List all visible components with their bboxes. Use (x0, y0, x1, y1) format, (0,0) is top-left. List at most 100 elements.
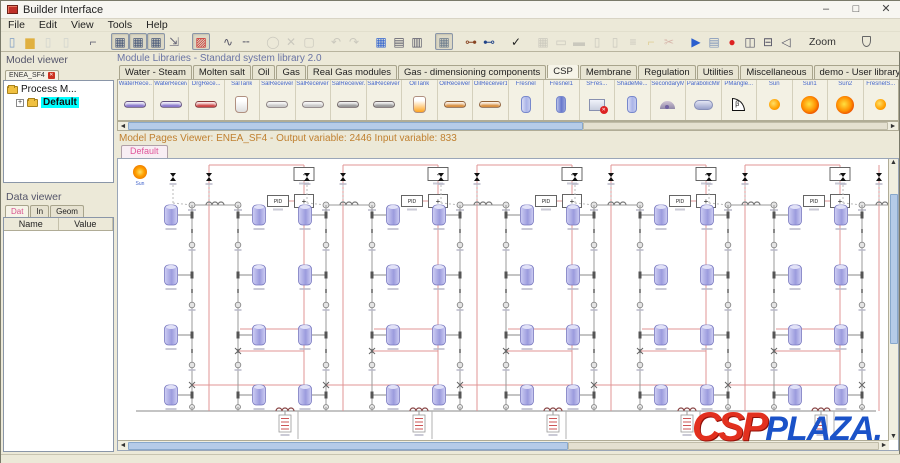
module-salreceiverd-[interactable]: SalReceiverD... (367, 80, 403, 120)
module-saltank[interactable]: SalTank (225, 80, 261, 120)
close-button[interactable]: ✕ (871, 2, 900, 18)
library-tab-real-gas-modules[interactable]: Real Gas modules (307, 65, 397, 79)
module-oilreceiver[interactable]: OilReceiver (438, 80, 474, 120)
data-tab-in[interactable]: In (30, 205, 49, 217)
link-input-button[interactable]: ⊶ (462, 33, 480, 50)
stop-simulation-button[interactable]: ● (723, 33, 741, 50)
loop-group-1[interactable]: -PID+ (165, 165, 315, 439)
minimize-button[interactable]: – (811, 2, 841, 18)
tab-enea-sf4[interactable]: ENEA_SF4 ✕ (5, 70, 59, 80)
data-tab-geom[interactable]: Geom (50, 205, 84, 217)
maximize-button[interactable]: □ (841, 2, 871, 18)
library-tab-csp[interactable]: CSP (547, 65, 579, 78)
run-simulation-button[interactable]: ▶ (687, 33, 705, 50)
module-sun2[interactable]: Sun2 (828, 80, 864, 120)
validate-button[interactable]: ✓ (507, 33, 525, 50)
loop-group-4[interactable]: -PID+ (567, 165, 717, 439)
open-model-button[interactable]: ▆ (21, 33, 39, 50)
highlight-tool-button[interactable]: ▨ (192, 33, 210, 50)
title-bar[interactable]: Builder Interface –□✕ (1, 1, 900, 19)
scroll-left-icon[interactable]: ◄ (118, 123, 128, 130)
page-tool-button: ▯ (588, 33, 606, 50)
menu-edit[interactable]: Edit (32, 19, 64, 31)
tree-item-process-model[interactable]: Process M... (7, 83, 113, 96)
module-waterreceiv-[interactable]: WaterReceiv... (154, 80, 190, 120)
module-sfres-[interactable]: SFres... (580, 80, 616, 120)
library-tab-oil[interactable]: Oil (252, 65, 276, 79)
loop-group-2[interactable]: -PID+ (299, 165, 449, 439)
module-salreceiver-[interactable]: SalReceiver... (331, 80, 367, 120)
table-view-button[interactable]: ▤ (390, 33, 408, 50)
module-oilreceiver1[interactable]: OilReceiver1 (473, 80, 509, 120)
grid-view-button[interactable]: ▦ (372, 33, 390, 50)
tab-default-page[interactable]: Default (121, 145, 168, 158)
module-oiltank[interactable]: OilTank (402, 80, 438, 120)
module-waterrece-[interactable]: WaterRece... (118, 80, 154, 120)
copy-results-button[interactable]: ▤ (705, 33, 723, 50)
model-canvas[interactable]: Sun-PID+-PID+-PID+-PID+-PID+ ▲ ▼ ◄ ► CSP… (117, 158, 899, 451)
module-shademe-[interactable]: ShadeMe... (615, 80, 651, 120)
menu-help[interactable]: Help (139, 19, 175, 31)
library-tab-water-steam[interactable]: Water - Steam (119, 65, 192, 79)
module-salreceiver1[interactable]: SalReceiver1 (296, 80, 332, 120)
window-layout-1-button[interactable]: ▦ (111, 33, 129, 50)
module-salreceiver[interactable]: SalReceiver (260, 80, 296, 120)
scroll-right-icon[interactable]: ► (888, 123, 898, 130)
module-pmangle-[interactable]: PMangle... (722, 80, 758, 120)
window-layout-2-button[interactable]: ▦ (129, 33, 147, 50)
announce-button[interactable]: ◁ (777, 33, 795, 50)
tree-item-default[interactable]: + Default (7, 96, 113, 109)
library-tab-demo-user-library[interactable]: demo - User library (814, 65, 899, 79)
sort-modules-button[interactable]: ⇲ (165, 33, 183, 50)
module-drgrece-[interactable]: DrgRece... (189, 80, 225, 120)
module-fresnel1[interactable]: Fresnel1 (544, 80, 580, 120)
palette-scrollbar[interactable]: ◄ ► (117, 121, 899, 131)
palette-scroll-thumb[interactable] (128, 122, 583, 130)
tab-close-icon[interactable]: ✕ (48, 72, 55, 79)
sun-component[interactable]: Sun (133, 165, 147, 187)
module-sun[interactable]: Sun (757, 80, 793, 120)
palette-scroll-track[interactable] (583, 122, 888, 130)
module-parabolicmirror[interactable]: ParabolicMirror (686, 80, 722, 120)
export-tree-button[interactable]: ⌐ (84, 33, 102, 50)
scroll-up-icon[interactable]: ▲ (889, 159, 899, 166)
new-model-button[interactable]: ▯ (3, 33, 21, 50)
csp-plaza-watermark: CSPPLAZA. (692, 405, 882, 450)
window-layout-3-button[interactable]: ▦ (147, 33, 165, 50)
library-tab-gas-dimensioning-components[interactable]: Gas - dimensioning components (398, 65, 546, 79)
tile-vertical-button[interactable]: ⊟ (759, 33, 777, 50)
library-tab-regulation[interactable]: Regulation (638, 65, 695, 79)
tile-horizontal-button[interactable]: ◫ (741, 33, 759, 50)
module-sun1[interactable]: Sun1 (793, 80, 829, 120)
expander-icon[interactable]: + (16, 99, 24, 107)
module-fresnel[interactable]: Fresnel (509, 80, 545, 120)
library-tab-gas[interactable]: Gas (276, 65, 305, 79)
dashed-link-tool-button[interactable]: ╌ (237, 33, 255, 50)
library-tab-membrane[interactable]: Membrane (580, 65, 637, 79)
canvas-vscroll-thumb[interactable] (890, 194, 898, 344)
svg-text:+: + (704, 197, 709, 206)
library-tab-utilities[interactable]: Utilities (697, 65, 740, 79)
menu-view[interactable]: View (64, 19, 101, 31)
menu-file[interactable]: File (1, 19, 32, 31)
loop-group-3[interactable]: -PID+ (433, 165, 583, 439)
loop-group-5[interactable]: -PID+ (701, 165, 851, 439)
snap-grid-button[interactable]: ▦ (435, 33, 453, 50)
data-tab-dat[interactable]: Dat (5, 205, 29, 217)
menu-tools[interactable]: Tools (101, 19, 140, 31)
canvas-vscrollbar[interactable]: ▲ ▼ (888, 159, 898, 440)
data-viewer-panel: Data viewer DatInGeom NameValue (3, 190, 114, 454)
connection-tool-button[interactable]: ∿ (219, 33, 237, 50)
link-output-button[interactable]: ⊷ (480, 33, 498, 50)
data-viewer-tabs: DatInGeom (3, 204, 114, 217)
library-tab-miscellaneous[interactable]: Miscellaneous (740, 65, 812, 79)
loop-group-6[interactable] (835, 165, 890, 411)
table-export-button[interactable]: ▥ (408, 33, 426, 50)
canvas-hscroll-thumb[interactable] (128, 442, 568, 450)
library-tab-molten-salt[interactable]: Molten salt (193, 65, 251, 79)
scroll-left-icon[interactable]: ◄ (118, 442, 128, 449)
schematic-diagram[interactable]: Sun-PID+-PID+-PID+-PID+-PID+ (118, 159, 889, 440)
scroll-down-icon[interactable]: ▼ (889, 433, 899, 440)
module-secondarymi-[interactable]: SecondaryMi... (651, 80, 687, 120)
module-fresnels-[interactable]: FresnelS... (864, 80, 900, 120)
